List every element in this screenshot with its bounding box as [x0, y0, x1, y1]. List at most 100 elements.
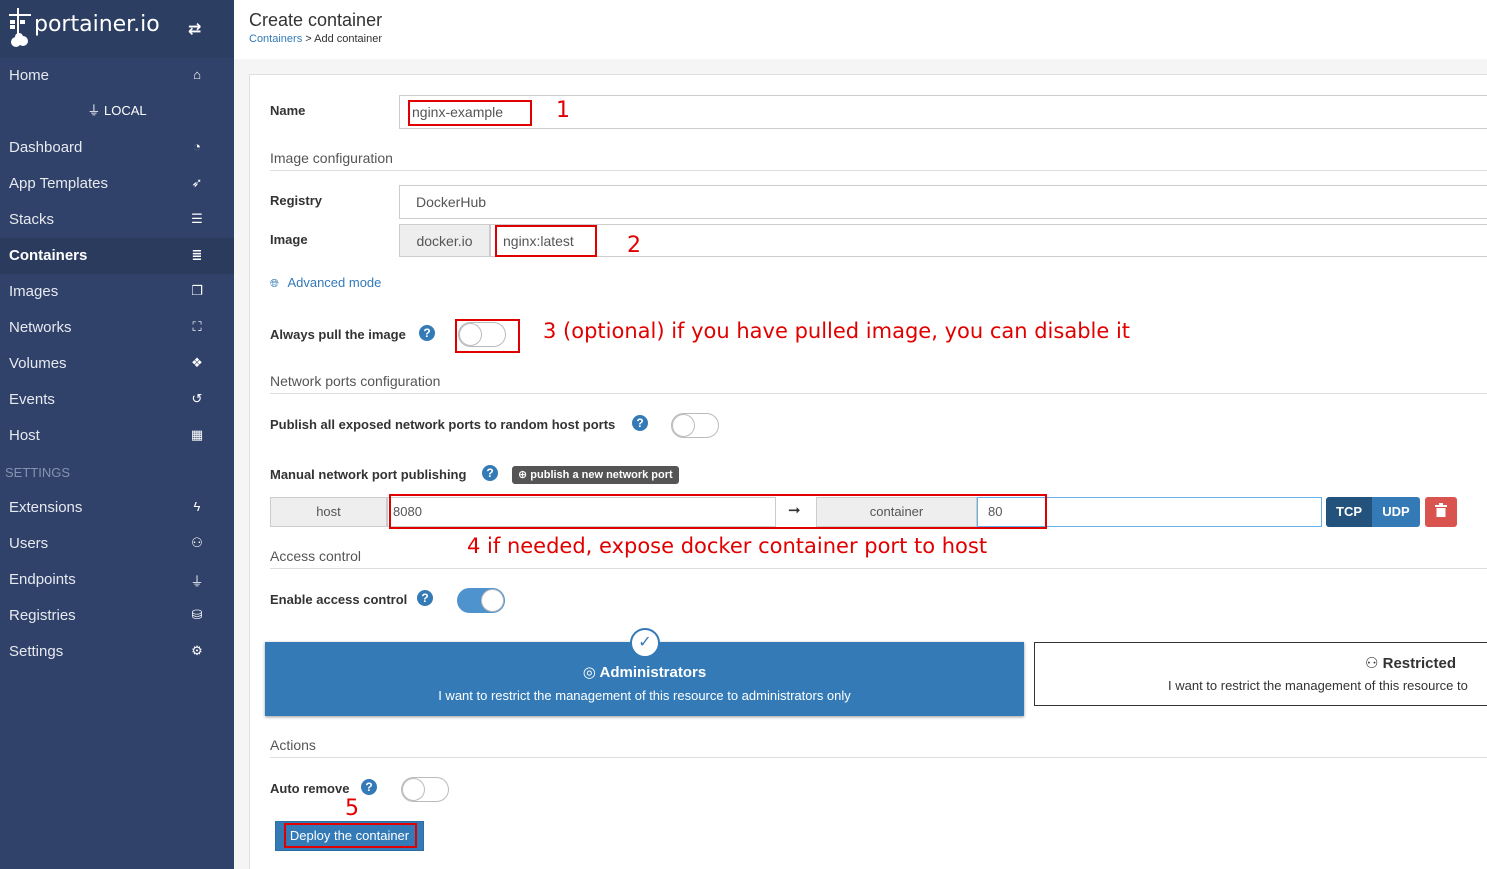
users-icon: ⚇ [191, 535, 203, 550]
registry-value: DockerHub [416, 194, 487, 210]
sidebar-item-host[interactable]: Host ▦ [0, 418, 234, 454]
auto-remove-label: Auto remove [270, 781, 350, 796]
sidebar-item-dashboard[interactable]: Dashboard ◔ [0, 130, 234, 166]
toggle-knob [481, 589, 504, 612]
restricted-desc: I want to restrict the management of thi… [1168, 678, 1468, 693]
registry-select[interactable]: DockerHub [399, 185, 1487, 219]
eye-slash-icon: ◎ [582, 664, 596, 681]
sidebar-item-endpoints[interactable]: Endpoints ⏚ [0, 562, 234, 598]
sidebar-item-users[interactable]: Users ⚇ [0, 526, 234, 562]
trash-icon [1435, 503, 1447, 517]
help-icon[interactable]: ? [417, 590, 433, 606]
sidebar-item-label: Dashboard [9, 139, 83, 156]
tachometer-icon: ◔ [193, 139, 201, 154]
toggle-knob [672, 414, 695, 437]
users-icon: ⚇ [1365, 655, 1379, 672]
annotation-1: 1 [556, 98, 570, 123]
sidebar-item-label: Images [9, 283, 59, 300]
breadcrumb-containers-link[interactable]: Containers [249, 33, 302, 45]
image-config-section: Image configuration [270, 150, 1487, 171]
sidebar-item-label: Settings [9, 643, 64, 660]
help-icon[interactable]: ? [419, 325, 435, 341]
help-icon[interactable]: ? [632, 415, 648, 431]
clone-icon: ❐ [191, 283, 203, 298]
toggle-knob [402, 778, 425, 801]
sidebar-item-networks[interactable]: Networks ⛶ [0, 310, 234, 346]
image-label: Image [270, 232, 308, 247]
sidebar-item-registries[interactable]: Registries ⛁ [0, 598, 234, 634]
container-port-input[interactable]: 80 [977, 497, 1322, 527]
sidebar-item-settings[interactable]: Settings ⚙ [0, 634, 234, 670]
sidebar-item-label: Host [9, 427, 40, 444]
advanced-mode-link[interactable]: 🌐︎ Advanced mode [270, 275, 381, 291]
annotation-5: 5 [345, 796, 359, 821]
publish-new-port-label: publish a new network port [530, 469, 673, 481]
sidebar-item-app-templates[interactable]: App Templates ➶ [0, 166, 234, 202]
brand-bar: portainer.io ⇄ [0, 0, 234, 58]
deploy-container-button[interactable]: Deploy the container [275, 821, 424, 851]
administrators-desc: I want to restrict the management of thi… [438, 688, 851, 703]
auto-remove-toggle[interactable] [401, 777, 449, 802]
breadcrumb-current: > Add container [305, 33, 383, 45]
sidebar-item-images[interactable]: Images ❐ [0, 274, 234, 310]
access-control-toggle[interactable] [457, 588, 505, 613]
plus-circle-icon: ⊕ [518, 469, 528, 481]
udp-button[interactable]: UDP [1372, 497, 1420, 527]
page-header: Create container Containers > Add contai… [234, 0, 1487, 59]
sidebar: portainer.io ⇄ Home ⌂ ⏚ LOCAL Dashboard … [0, 0, 234, 869]
sidebar-item-volumes[interactable]: Volumes ❖ [0, 346, 234, 382]
cogs-icon: ⚙ [191, 643, 203, 658]
host-port-input[interactable]: 8080 [387, 497, 776, 527]
image-value: nginx:latest [503, 233, 574, 249]
sidebar-item-containers[interactable]: Containers ≣ [0, 238, 234, 274]
network-ports-section: Network ports configuration [270, 373, 1487, 394]
annotation-2: 2 [627, 233, 641, 258]
sidebar-item-extensions[interactable]: Extensions ϟ [0, 490, 234, 526]
sidebar-item-label: Extensions [9, 499, 83, 516]
sidebar-item-label: App Templates [9, 175, 108, 192]
cubes-icon: ❖ [191, 355, 203, 370]
help-icon[interactable]: ? [361, 779, 377, 795]
sidebar-item-label: Volumes [9, 355, 67, 372]
host-port-value: 8080 [393, 504, 422, 519]
image-registry-prefix: docker.io [399, 224, 490, 257]
endpoint-label: LOCAL [104, 103, 147, 118]
th-icon: ▦ [190, 427, 204, 442]
sitemap-icon: ⛶ [192, 319, 202, 334]
arrow-right-icon: ➞ [788, 502, 801, 519]
restricted-title-text: Restricted [1382, 655, 1456, 672]
remove-port-button[interactable] [1425, 497, 1457, 527]
help-icon[interactable]: ? [482, 465, 498, 481]
sidebar-item-label: Users [9, 535, 49, 552]
sidebar-item-events[interactable]: Events ↺ [0, 382, 234, 418]
list-icon: ☰ [191, 211, 203, 226]
administrators-title-text: Administrators [599, 664, 707, 681]
actions-section: Actions [270, 737, 1487, 758]
sidebar-toggle-icon[interactable]: ⇄ [188, 19, 201, 39]
server-icon: ≣ [191, 247, 203, 262]
endpoint-name: ⏚ LOCAL [0, 100, 234, 119]
toggle-knob [459, 323, 482, 346]
history-icon: ↺ [191, 391, 203, 406]
sidebar-item-label: Endpoints [9, 571, 76, 588]
administrators-title: ◎ Administrators [265, 663, 1024, 681]
publish-all-toggle[interactable] [671, 413, 719, 438]
settings-header: SETTINGS [5, 465, 71, 480]
tcp-button[interactable]: TCP [1326, 497, 1372, 527]
rocket-icon: ➶ [191, 175, 203, 190]
sidebar-item-label: Networks [9, 319, 72, 336]
restricted-option[interactable]: ⚇ Restricted I want to restrict the mana… [1034, 642, 1487, 706]
globe-icon: 🌐︎ [270, 278, 279, 290]
sidebar-item-stacks[interactable]: Stacks ☰ [0, 202, 234, 238]
host-addon: host [270, 497, 387, 527]
page-title: Create container [249, 10, 383, 30]
plug-icon: ⏚ [190, 574, 204, 589]
sidebar-item-home[interactable]: Home ⌂ [0, 58, 234, 94]
registry-label: Registry [270, 193, 323, 208]
bolt-icon: ϟ [193, 499, 201, 514]
portainer-logo-icon[interactable] [8, 6, 34, 50]
sidebar-item-label: Home [9, 67, 50, 84]
always-pull-toggle[interactable] [458, 322, 506, 347]
publish-new-port-button[interactable]: ⊕ publish a new network port [512, 466, 679, 484]
brand-name: portainer.io [34, 12, 160, 37]
